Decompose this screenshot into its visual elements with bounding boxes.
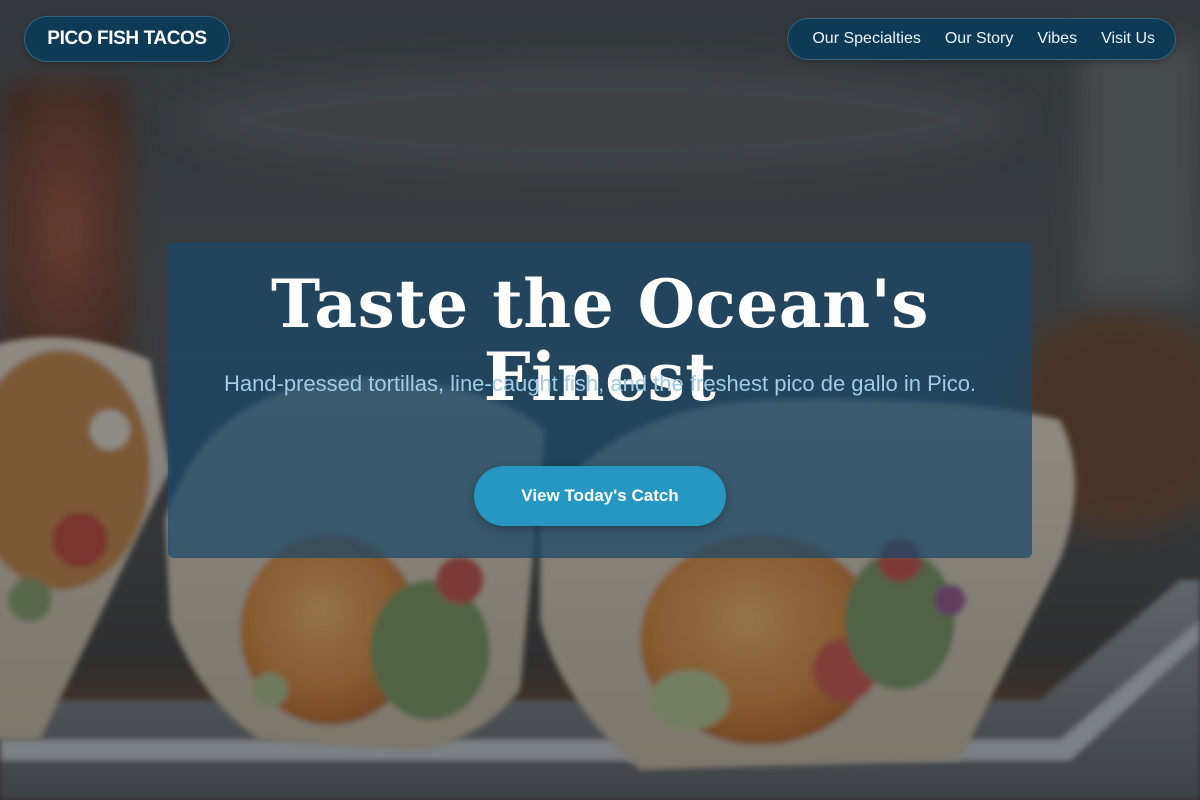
- nav-link-our-story[interactable]: Our Story: [937, 18, 1021, 60]
- brand-name: PICO FISH TACOS: [47, 28, 207, 49]
- nav-link-vibes[interactable]: Vibes: [1029, 18, 1085, 60]
- view-todays-catch-button[interactable]: View Today's Catch: [474, 466, 726, 526]
- nav-link-our-specialties[interactable]: Our Specialties: [804, 18, 929, 60]
- hero-card: Taste the Ocean's Finest Hand-pressed to…: [168, 242, 1032, 558]
- nav-link-visit-us[interactable]: Visit Us: [1093, 18, 1163, 60]
- main-nav: Our Specialties Our Story Vibes Visit Us: [787, 18, 1176, 60]
- hero-subtitle: Hand-pressed tortillas, line-caught fish…: [223, 371, 977, 396]
- brand-logo-button[interactable]: PICO FISH TACOS: [24, 16, 230, 62]
